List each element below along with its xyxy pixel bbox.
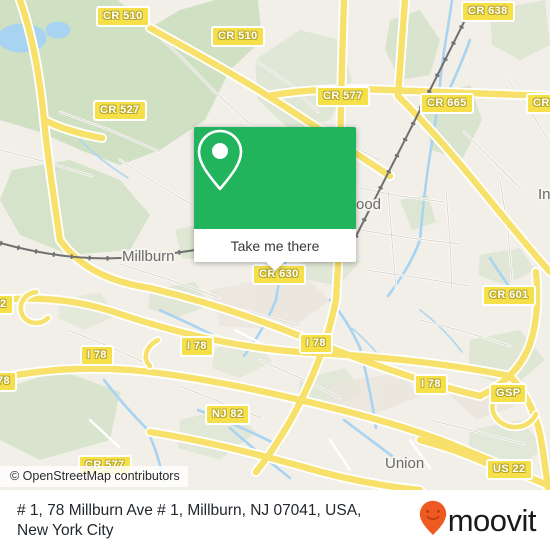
road-shield[interactable]: US 22 — [486, 459, 533, 480]
road-shield[interactable]: NJ 82 — [205, 404, 251, 425]
moovit-pin-smile-icon — [419, 500, 447, 541]
map-canvas[interactable]: Millburn ood In Union CR 510 CR 510 CR 6… — [0, 0, 550, 490]
place-label: In — [538, 186, 550, 203]
road-shield[interactable]: CR 638 — [461, 1, 515, 22]
road-shield[interactable]: CR 577 — [316, 86, 370, 107]
road-shield[interactable]: 2 — [0, 294, 14, 315]
road-shield[interactable]: I 78 — [299, 333, 333, 354]
address-text: # 1, 78 Millburn Ave # 1, Millburn, NJ 0… — [0, 501, 419, 541]
road-shield[interactable]: I 78 — [80, 345, 114, 366]
road-shield[interactable]: I 78 — [180, 336, 214, 357]
popup-header — [194, 127, 356, 229]
take-me-there-button[interactable]: Take me there — [194, 229, 356, 262]
popup-pointer — [266, 262, 284, 271]
road-shield[interactable]: CR 510 — [96, 6, 150, 27]
road-shield[interactable]: 78 — [0, 371, 18, 392]
road-shield[interactable]: CR 601 — [482, 285, 536, 306]
road-shield[interactable]: CR 665 — [420, 93, 474, 114]
road-shield[interactable]: CR — [526, 93, 550, 114]
place-label: ood — [356, 196, 382, 213]
address-line-2: New York City — [17, 521, 114, 539]
road-shield[interactable]: I 78 — [414, 374, 448, 395]
location-popup[interactable]: Take me there — [194, 127, 356, 271]
address-line-1: # 1, 78 Millburn Ave # 1, Millburn, NJ 0… — [17, 501, 362, 519]
place-label: Union — [385, 455, 425, 472]
road-shield[interactable]: CR 527 — [93, 100, 147, 121]
moovit-logo[interactable]: moovit — [419, 500, 550, 541]
card-footer: # 1, 78 Millburn Ave # 1, Millburn, NJ 0… — [0, 490, 550, 550]
road-shield[interactable]: CR 510 — [211, 26, 265, 47]
place-label: Millburn — [122, 248, 175, 265]
moovit-wordmark: moovit — [447, 503, 537, 538]
map-attribution[interactable]: © OpenStreetMap contributors — [0, 466, 188, 487]
road-shield[interactable]: GSP — [489, 383, 528, 404]
moovit-map-card: Millburn ood In Union CR 510 CR 510 CR 6… — [0, 0, 550, 550]
